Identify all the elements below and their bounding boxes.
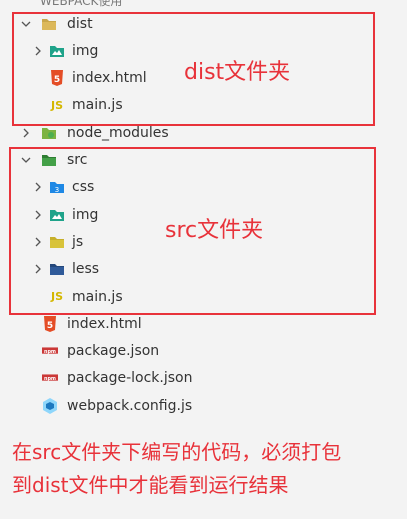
dist-annotation: dist文件夹 [184, 60, 291, 85]
tree-item[interactable]: npm package.json [0, 338, 407, 365]
node-folder-icon [41, 125, 57, 141]
project-title: WEBPACK使用 [40, 0, 123, 8]
tree-item-label: index.html [67, 315, 142, 332]
svg-text:npm: npm [44, 349, 56, 355]
tree-item-label: webpack.config.js [67, 397, 193, 414]
svg-text:npm: npm [44, 376, 56, 382]
svg-text:5: 5 [47, 321, 53, 331]
html5-icon: 5 [42, 315, 58, 332]
tree-item[interactable]: webpack.config.js [0, 392, 407, 419]
tree-item-label: node_modules [67, 124, 169, 141]
explorer-header: WEBPACK使用 [0, 0, 407, 8]
annotation-note: 在src文件夹下编写的代码，必须打包 到dist文件中才能看到运行结果 [12, 436, 404, 502]
note-line-1: 在src文件夹下编写的代码，必须打包 [12, 440, 342, 464]
tree-item[interactable]: npm package-lock.json [0, 365, 407, 392]
note-line-2: 到dist文件中才能看到运行结果 [12, 473, 289, 497]
webpack-icon [42, 397, 58, 414]
src-annotation: src文件夹 [165, 218, 264, 243]
tree-item-label: package-lock.json [67, 370, 193, 387]
npm-icon: npm [42, 370, 58, 386]
tree-item-label: package.json [67, 343, 160, 360]
npm-icon: npm [42, 343, 58, 359]
